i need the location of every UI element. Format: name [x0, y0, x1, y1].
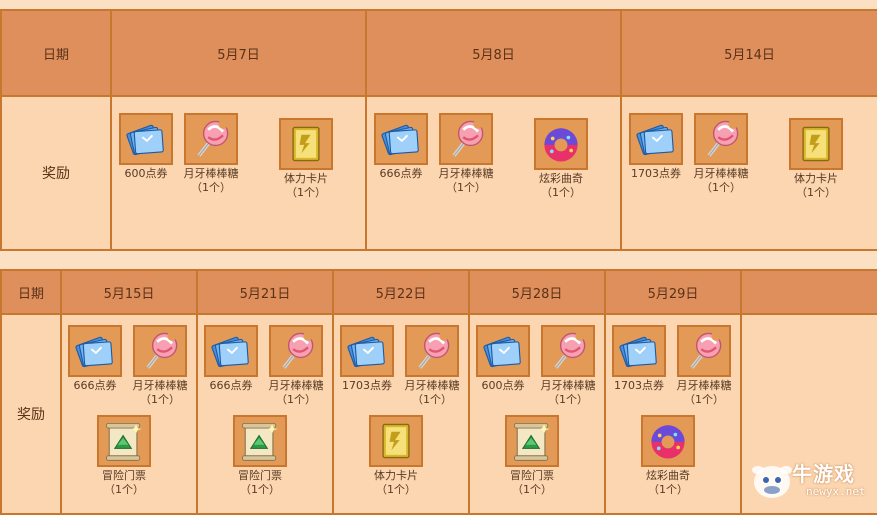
item-count: （1个）: [796, 186, 836, 199]
item-name: 冒险门票: [238, 469, 282, 482]
candy-icon: [405, 325, 459, 377]
item-count: （1个）: [548, 393, 588, 406]
item-count: （1个）: [541, 186, 581, 199]
item-name: 月牙棒棒糖: [438, 167, 494, 180]
watermark-brand: 牛游戏: [792, 462, 855, 486]
ticket-icon: [204, 325, 258, 377]
ticket-icon: [68, 325, 122, 377]
reward-item: 炫彩曲奇 （1个）: [630, 415, 706, 497]
reward-item: 月牙棒棒糖 （1个）: [394, 325, 470, 407]
date-header: 日期: [0, 9, 112, 97]
reward-item: 月牙棒棒糖 （1个）: [428, 113, 504, 195]
candy-icon: [694, 113, 748, 165]
scroll-icon: [97, 415, 151, 467]
item-count: （1个）: [240, 483, 280, 496]
date-cell: 5月21日: [196, 269, 334, 315]
item-count: （1个）: [286, 186, 326, 199]
scroll-icon: [233, 415, 287, 467]
item-count: （1个）: [648, 483, 688, 496]
date-cell: 5月14日: [620, 9, 877, 97]
date-cell: 5月15日: [60, 269, 198, 315]
reward-item: 体力卡片 （1个）: [268, 118, 344, 200]
donut-icon: [641, 415, 695, 467]
item-count: （1个）: [276, 393, 316, 406]
item-count: （1个）: [701, 181, 741, 194]
reward-item: 冒险门票 （1个）: [222, 415, 298, 497]
item-name: 冒险门票: [510, 469, 554, 482]
ticket-icon: [119, 113, 173, 165]
item-name: 月牙棒棒糖: [268, 379, 324, 392]
watermark-url: newyx.net: [806, 485, 866, 498]
donut-icon: [534, 118, 588, 170]
date-cell: 5月8日: [365, 9, 622, 97]
empty-header-cell: [740, 269, 877, 315]
card-icon: [369, 415, 423, 467]
reward-label: 奖励: [0, 313, 62, 515]
date-cell: 5月22日: [332, 269, 470, 315]
reward-item: 月牙棒棒糖 （1个）: [173, 113, 249, 195]
item-count: （1个）: [104, 483, 144, 496]
candy-icon: [269, 325, 323, 377]
item-count: （1个）: [140, 393, 180, 406]
candy-icon: [184, 113, 238, 165]
item-name: 月牙棒棒糖: [676, 379, 732, 392]
date-header: 日期: [0, 269, 62, 315]
item-name: 冒险门票: [102, 469, 146, 482]
reward-item: 月牙棒棒糖 （1个）: [258, 325, 334, 407]
reward-item: 月牙棒棒糖 （1个）: [666, 325, 742, 407]
item-count: （1个）: [412, 393, 452, 406]
item-count: （1个）: [446, 181, 486, 194]
date-cell: 5月28日: [468, 269, 606, 315]
reward-item: 炫彩曲奇 （1个）: [523, 118, 599, 200]
watermark-logo: 牛游戏 newyx.net: [750, 454, 875, 504]
date-cell: 5月7日: [110, 9, 367, 97]
reward-item: 体力卡片 （1个）: [358, 415, 434, 497]
candy-icon: [541, 325, 595, 377]
reward-table-bottom: 日期 5月15日 5月21日 5月22日 5月28日 5月29日 奖励 666点…: [0, 269, 877, 515]
candy-icon: [439, 113, 493, 165]
item-count: （1个）: [376, 483, 416, 496]
item-name: 月牙棒棒糖: [132, 379, 188, 392]
reward-item: 月牙棒棒糖 （1个）: [122, 325, 198, 407]
card-icon: [279, 118, 333, 170]
card-icon: [789, 118, 843, 170]
ticket-icon: [629, 113, 683, 165]
item-name: 炫彩曲奇: [539, 172, 583, 185]
ticket-icon: [340, 325, 394, 377]
reward-item: 月牙棒棒糖 （1个）: [530, 325, 606, 407]
item-count: （1个）: [684, 393, 724, 406]
item-name: 体力卡片: [374, 469, 418, 482]
item-name: 月牙棒棒糖: [183, 167, 239, 180]
reward-item: 体力卡片 （1个）: [778, 118, 854, 200]
item-name: 月牙棒棒糖: [540, 379, 596, 392]
item-count: （1个）: [191, 181, 231, 194]
date-cell: 5月29日: [604, 269, 742, 315]
ticket-icon: [476, 325, 530, 377]
scroll-icon: [505, 415, 559, 467]
ticket-icon: [612, 325, 666, 377]
ticket-icon: [374, 113, 428, 165]
item-name: 月牙棒棒糖: [693, 167, 749, 180]
reward-item: 月牙棒棒糖 （1个）: [683, 113, 759, 195]
item-name: 体力卡片: [794, 172, 838, 185]
reward-label: 奖励: [0, 95, 112, 251]
item-name: 炫彩曲奇: [646, 469, 690, 482]
item-name: 体力卡片: [284, 172, 328, 185]
candy-icon: [133, 325, 187, 377]
reward-item: 冒险门票 （1个）: [86, 415, 162, 497]
item-name: 月牙棒棒糖: [404, 379, 460, 392]
item-count: （1个）: [512, 483, 552, 496]
reward-table-top: 日期 5月7日 5月8日 5月14日 奖励 600点券 月牙棒棒糖 （1个） 体…: [0, 9, 877, 251]
reward-item: 冒险门票 （1个）: [494, 415, 570, 497]
candy-icon: [677, 325, 731, 377]
